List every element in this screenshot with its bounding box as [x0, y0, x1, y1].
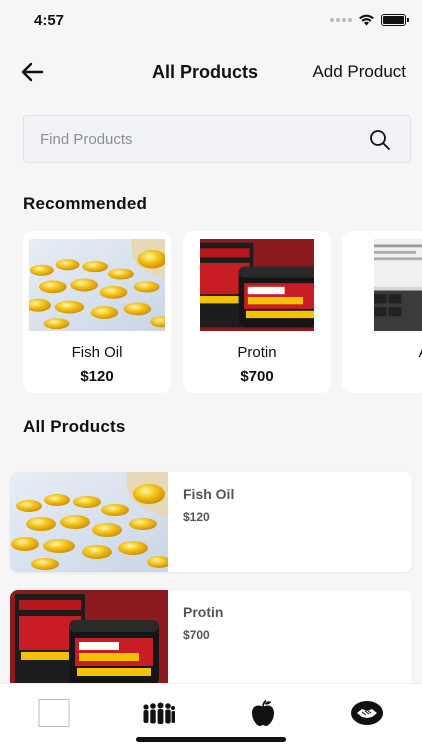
product-price: $1 — [358, 368, 422, 385]
tab-square[interactable] — [36, 698, 72, 728]
recommended-card[interactable]: Fish Oil $120 — [23, 231, 171, 393]
recommended-carousel[interactable]: Fish Oil $120 Protin $700 App $1 — [23, 231, 422, 393]
laptop-image — [374, 239, 422, 331]
status-bar: 4:57 — [0, 0, 422, 44]
tab-nutrition[interactable] — [245, 698, 281, 728]
handshake-icon — [351, 701, 383, 725]
product-list-item[interactable]: Protin $700 — [10, 590, 412, 690]
tab-people[interactable] — [140, 698, 176, 728]
product-price: $700 — [240, 368, 274, 385]
product-list-item[interactable]: Fish Oil $120 — [10, 472, 412, 572]
people-icon — [143, 702, 175, 724]
status-icons — [330, 14, 409, 26]
product-price: $700 — [183, 628, 210, 642]
apple-icon — [252, 699, 274, 726]
header: All Products Add Product — [0, 50, 422, 94]
recommended-card[interactable]: App $1 — [342, 231, 422, 393]
wifi-icon — [359, 14, 374, 26]
home-indicator — [136, 737, 286, 742]
tab-deals[interactable] — [349, 698, 385, 728]
search-input[interactable] — [40, 116, 360, 162]
search-icon[interactable] — [368, 128, 392, 152]
add-product-button[interactable]: Add Product — [312, 62, 406, 82]
product-name: Protin — [237, 344, 277, 361]
fish-oil-image — [10, 472, 168, 572]
protein-image — [10, 590, 168, 690]
product-name: Protin — [183, 604, 224, 620]
search-box — [23, 115, 411, 163]
product-name: Fish Oil — [183, 486, 235, 502]
page-title: All Products — [152, 62, 259, 82]
protein-image — [200, 239, 314, 331]
product-price: $120 — [183, 510, 210, 524]
signal-icon — [330, 18, 352, 22]
recommended-title: Recommended — [23, 194, 148, 213]
product-name: Fish Oil — [71, 344, 123, 361]
status-time: 4:57 — [34, 12, 65, 29]
square-icon — [38, 699, 70, 727]
all-products-title: All Products — [23, 417, 126, 436]
product-price: $120 — [80, 368, 114, 385]
battery-icon — [381, 14, 409, 26]
back-arrow-icon[interactable] — [18, 58, 46, 86]
product-name: App — [358, 344, 422, 361]
fish-oil-image — [29, 239, 165, 331]
recommended-card[interactable]: Protin $700 — [183, 231, 331, 393]
